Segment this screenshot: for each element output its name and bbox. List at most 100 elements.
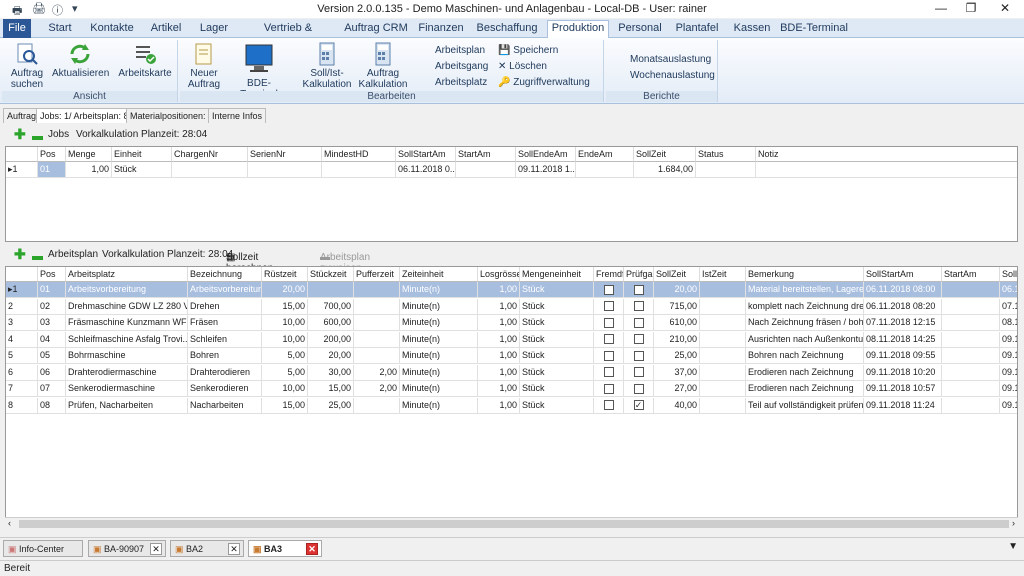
cell-soll[interactable]: 27,00 — [654, 381, 700, 397]
tab-auftrag-crm[interactable]: Auftrag CRM — [344, 21, 408, 38]
jobs-header-startam[interactable]: StartAm — [456, 147, 516, 162]
cell-fremd[interactable] — [594, 298, 624, 315]
tab-bde-terminal[interactable]: BDE-Terminal — [780, 21, 848, 38]
tab-start[interactable]: Start — [40, 21, 80, 38]
cell-platz[interactable]: Drahterodiermaschine — [66, 364, 188, 381]
cell-platz[interactable]: Prüfen, Nacharbeiten — [66, 397, 188, 414]
checkbox[interactable] — [633, 301, 644, 312]
tab-materialpositionen[interactable]: Materialpositionen: 0 — [126, 108, 218, 123]
cell-los[interactable]: 1,00 — [478, 381, 520, 397]
tab-kassen[interactable]: Kassen — [730, 21, 774, 38]
checkbox[interactable] — [603, 301, 614, 312]
zugriffverwaltung-button[interactable]: 🔑 Zugriffverwaltung — [498, 77, 590, 88]
cell-ist[interactable] — [700, 315, 746, 331]
cell-ruest[interactable]: 15,00 — [262, 397, 308, 414]
cell-stueck[interactable]: 30,00 — [308, 364, 354, 381]
cell-start[interactable]: 06.11.2018 08:00 — [864, 282, 942, 298]
arbeitsplatz-button[interactable]: Arbeitsplatz — [435, 77, 487, 88]
plan-header-prüfga[interactable]: Prüfga — [624, 267, 654, 282]
cell-soll[interactable]: 210,00 — [654, 331, 700, 348]
cell-platz[interactable]: Drehmaschine GDW LZ 280 VS — [66, 298, 188, 315]
checkbox[interactable] — [603, 400, 614, 411]
cell-startam[interactable] — [456, 162, 516, 178]
cell-me[interactable]: Stück — [520, 315, 594, 331]
tab-ba3[interactable]: ▣ BA3 ✕ — [248, 540, 322, 557]
cell-mindesthd[interactable] — [322, 162, 396, 178]
cell-stueck[interactable]: 20,00 — [308, 348, 354, 364]
cell-pos[interactable]: 06 — [38, 364, 66, 381]
plan-header-sollstartam[interactable]: SollStartAm — [864, 267, 942, 282]
jobs-header-endeam[interactable]: EndeAm — [576, 147, 634, 162]
cell-soll[interactable]: 37,00 — [654, 364, 700, 381]
jobs-header-sollendeam[interactable]: SollEndeAm — [516, 147, 576, 162]
checkbox[interactable] — [603, 383, 614, 394]
tab-ba-90907[interactable]: ▣ BA-90907 ✕ — [88, 540, 166, 557]
cell-start[interactable]: 09.11.2018 10:57 — [864, 381, 942, 397]
plan-header-bezeichnung[interactable]: Bezeichnung — [188, 267, 262, 282]
cell-bez[interactable]: Drahterodieren — [188, 364, 262, 381]
tab-lager[interactable]: Lager — [196, 21, 232, 38]
cell-startam[interactable] — [942, 348, 1000, 364]
soll-ist-kalkulation-button[interactable]: Soll/Ist- Kalkulation — [300, 42, 354, 90]
checkbox[interactable] — [603, 350, 614, 361]
cell-bez[interactable]: Nacharbeiten — [188, 397, 262, 414]
cell-pruef[interactable]: ✓ — [624, 397, 654, 414]
cell-ist[interactable] — [700, 282, 746, 298]
cell-me[interactable]: Stück — [520, 331, 594, 348]
tab-finanzen[interactable]: Finanzen — [416, 21, 466, 38]
maximize-button[interactable]: ❐ — [956, 0, 986, 18]
cell-puffer[interactable] — [354, 331, 400, 348]
cell-pruef[interactable] — [624, 348, 654, 364]
cell-bem[interactable]: Bohren nach Zeichnung — [746, 348, 864, 364]
cell-sollende[interactable]: 07.11 — [1000, 299, 1017, 315]
cell-puffer[interactable] — [354, 282, 400, 298]
cell-ruest[interactable]: 15,00 — [262, 298, 308, 315]
cell-fremd[interactable] — [594, 348, 624, 364]
plan-header-sollzeit[interactable]: SollZeit — [654, 267, 700, 282]
checkbox[interactable] — [633, 317, 644, 328]
cell-ruest[interactable]: 20,00 — [262, 282, 308, 298]
scroll-thumb[interactable] — [19, 520, 1009, 528]
cell-bez[interactable]: Arbeitsvorbereitung — [188, 282, 262, 298]
jobs-header-sollstartam[interactable]: SollStartAm — [396, 147, 456, 162]
tab-interne-infos[interactable]: Interne Infos — [208, 108, 267, 123]
cell-los[interactable]: 1,00 — [478, 348, 520, 364]
cell-soll[interactable]: 40,00 — [654, 397, 700, 414]
cell-fremd[interactable] — [594, 381, 624, 397]
cell-sollende[interactable]: 08.11 — [1000, 315, 1017, 331]
cell-einheit[interactable]: Minute(n) — [400, 381, 478, 397]
cell-ruest[interactable]: 10,00 — [262, 331, 308, 348]
tab-jobs[interactable]: Jobs: 1/ Arbeitsplan: 8 — [36, 108, 133, 123]
cell-bez[interactable]: Senkerodieren — [188, 381, 262, 397]
checkbox[interactable] — [603, 284, 614, 295]
cell-status[interactable] — [696, 162, 756, 178]
cell-ist[interactable] — [700, 331, 746, 348]
monatsauslastung-button[interactable]: Monatsauslastung — [630, 54, 711, 65]
cell-bem[interactable]: komplett nach Zeichnung dre... — [746, 298, 864, 315]
cell-me[interactable]: Stück — [520, 364, 594, 381]
cell-start[interactable]: 06.11.2018 08:20 — [864, 298, 942, 315]
jobs-header-einheit[interactable]: Einheit — [112, 147, 172, 162]
cell-einheit[interactable]: Minute(n) — [400, 331, 478, 348]
cell-sollende[interactable]: 09.11 — [1000, 381, 1017, 397]
cell-bem[interactable]: Teil auf vollständigkeit prüfen,... — [746, 397, 864, 414]
cell-einheit[interactable]: Minute(n) — [400, 282, 478, 298]
cell-bem[interactable]: Nach Zeichnung fräsen / boh... — [746, 315, 864, 331]
cell-fremd[interactable] — [594, 364, 624, 381]
jobs-header-sollzeit[interactable]: SollZeit — [634, 147, 696, 162]
jobs-header-mindesthd[interactable]: MindestHD — [322, 147, 396, 162]
plan-header-istzeit[interactable]: IstZeit — [700, 267, 746, 282]
cell-los[interactable]: 1,00 — [478, 331, 520, 348]
cell-los[interactable]: 1,00 — [478, 298, 520, 315]
add-icon[interactable]: ✚ — [14, 246, 26, 263]
cell-pos[interactable]: 05 — [38, 348, 66, 364]
cell-fremd[interactable] — [594, 397, 624, 414]
cell-sollstartam[interactable]: 06.11.2018 0... — [396, 162, 456, 178]
arbeitskarte-button[interactable]: Arbeitskarte — [114, 42, 176, 79]
plan-header-losgrösse[interactable]: Losgrösse — [478, 267, 520, 282]
auftrag-suchen-button[interactable]: Auftrag suchen — [6, 42, 48, 90]
cell-sollende[interactable]: 09.11 — [1000, 348, 1017, 364]
cell-einheit[interactable]: Minute(n) — [400, 364, 478, 381]
cell-start[interactable]: 09.11.2018 10:20 — [864, 364, 942, 381]
cell-bez[interactable]: Schleifen — [188, 331, 262, 348]
